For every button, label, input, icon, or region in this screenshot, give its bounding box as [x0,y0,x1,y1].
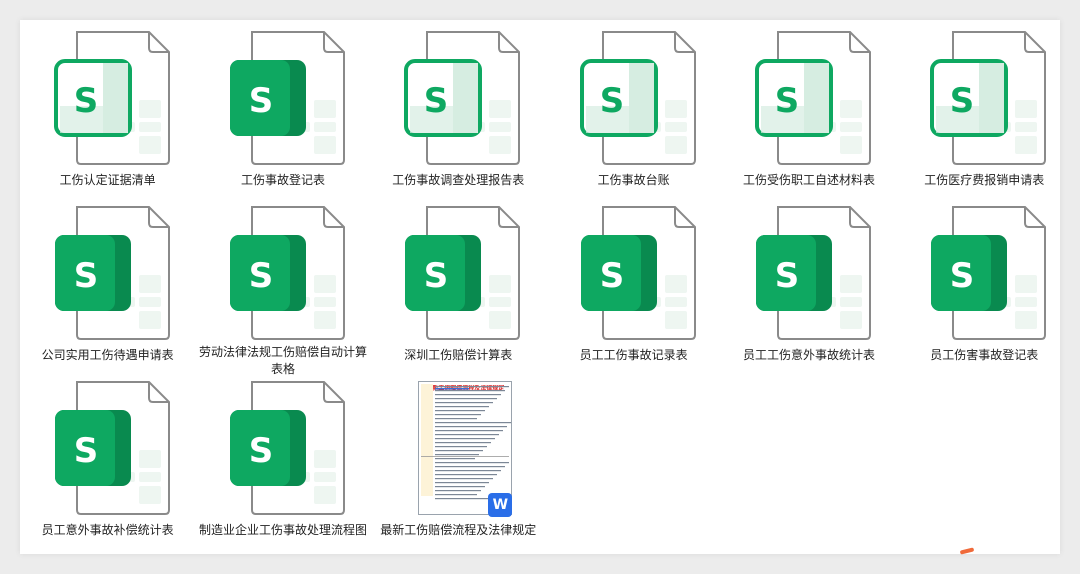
spreadsheet-icon-graphic: S [580,206,696,340]
file-name-label: 工伤事故台账 [597,173,670,187]
spreadsheet-icon-graphic: S [229,381,345,515]
file-name-label: 员工伤害事故登记表 [930,348,1039,362]
file-name-label: 公司实用工伤待遇申请表 [41,348,174,362]
file-item[interactable]: S 深圳工伤赔偿计算表 [371,203,546,378]
svg-text:S: S [775,81,800,121]
file-item[interactable]: S 工伤事故台账 [546,28,721,203]
svg-text:S: S [950,256,975,296]
spreadsheet-icon: S [43,378,173,518]
file-name-label: 工伤医疗费报销申请表 [924,173,1045,187]
svg-text:S: S [424,256,449,296]
file-name-label: 员工意外事故补偿统计表 [41,523,174,537]
file-item[interactable]: S 员工伤害事故登记表 [897,203,1072,378]
file-item[interactable]: S 工伤医疗费报销申请表 [897,28,1072,203]
file-grid: S 工伤认定证据清单 S 工伤事故登记表 S 工伤事故调查处理报告表 S 工伤事故 [20,28,1060,553]
spreadsheet-icon: S [218,28,348,168]
file-name-label: 工伤受伤职工自述材料表 [742,173,875,187]
svg-text:S: S [73,81,98,121]
file-name-label: 员工工伤意外事故统计表 [742,348,875,362]
svg-text:S: S [950,81,975,121]
file-name-label: 制造业企业工伤事故处理流程图 [198,523,367,537]
spreadsheet-icon-graphic: S [54,381,170,515]
file-item[interactable]: S 工伤事故调查处理报告表 [371,28,546,203]
spreadsheet-icon-graphic: S [53,31,170,165]
svg-text:S: S [249,256,274,296]
document-text-lines [421,384,512,500]
word-badge-icon: W [488,493,513,517]
file-item[interactable]: S 工伤事故登记表 [195,28,370,203]
file-name-label: 工伤认定证据清单 [59,173,156,187]
file-name-label: 深圳工伤赔偿计算表 [404,348,513,362]
file-item[interactable]: S 员工意外事故补偿统计表 [20,378,195,553]
spreadsheet-icon: S [744,28,874,168]
file-name-label: 工伤事故调查处理报告表 [392,173,525,187]
spreadsheet-icon-graphic: S [754,31,871,165]
svg-text:S: S [599,81,624,121]
spreadsheet-icon-graphic: S [931,206,1047,340]
file-name-label: 劳动法律法规工伤赔偿自动计算表格 [198,345,367,376]
spreadsheet-icon: S [218,378,348,518]
spreadsheet-icon-graphic: S [229,31,345,165]
svg-text:S: S [775,256,800,296]
spreadsheet-icon-graphic: S [405,206,521,340]
svg-text:S: S [249,431,274,471]
spreadsheet-icon: S [569,203,699,343]
file-item[interactable]: S 员工工伤事故记录表 [546,203,721,378]
spreadsheet-icon-graphic: S [755,206,871,340]
svg-text:S: S [73,431,98,471]
spreadsheet-icon: S [744,203,874,343]
spreadsheet-icon-graphic: S [579,31,696,165]
file-item[interactable]: S 工伤认定证据清单 [20,28,195,203]
spreadsheet-icon: S [919,28,1049,168]
spreadsheet-icon: S [919,203,1049,343]
svg-text:S: S [424,81,449,121]
spreadsheet-icon: S [43,28,173,168]
word-document-icon: 最新工伤赔偿流程及法律规定W [393,378,523,518]
file-name-label: 最新工伤赔偿流程及法律规定 [380,523,537,537]
file-item[interactable]: S 员工工伤意外事故统计表 [721,203,896,378]
spreadsheet-icon-graphic: S [404,31,521,165]
spreadsheet-icon-graphic: S [930,31,1047,165]
file-name-label: 工伤事故登记表 [240,173,325,187]
spreadsheet-icon-graphic: S [229,206,345,340]
file-item[interactable]: S 工伤受伤职工自述材料表 [721,28,896,203]
spreadsheet-icon-graphic: S [54,206,170,340]
svg-text:S: S [249,81,274,121]
svg-text:S: S [73,256,98,296]
file-item[interactable]: S 公司实用工伤待遇申请表 [20,203,195,378]
spreadsheet-icon: S [393,28,523,168]
file-item[interactable]: S 制造业企业工伤事故处理流程图 [195,378,370,553]
spreadsheet-icon: S [569,28,699,168]
svg-text:S: S [599,256,624,296]
spreadsheet-icon: S [393,203,523,343]
spreadsheet-icon: S [218,203,348,340]
spreadsheet-icon: S [43,203,173,343]
file-item[interactable]: S 劳动法律法规工伤赔偿自动计算表格 [195,203,370,378]
file-name-label: 员工工伤事故记录表 [579,348,688,362]
file-item[interactable]: 最新工伤赔偿流程及法律规定W 最新工伤赔偿流程及法律规定 [371,378,546,553]
file-browser-panel: S 工伤认定证据清单 S 工伤事故登记表 S 工伤事故调查处理报告表 S 工伤事故 [20,20,1060,555]
